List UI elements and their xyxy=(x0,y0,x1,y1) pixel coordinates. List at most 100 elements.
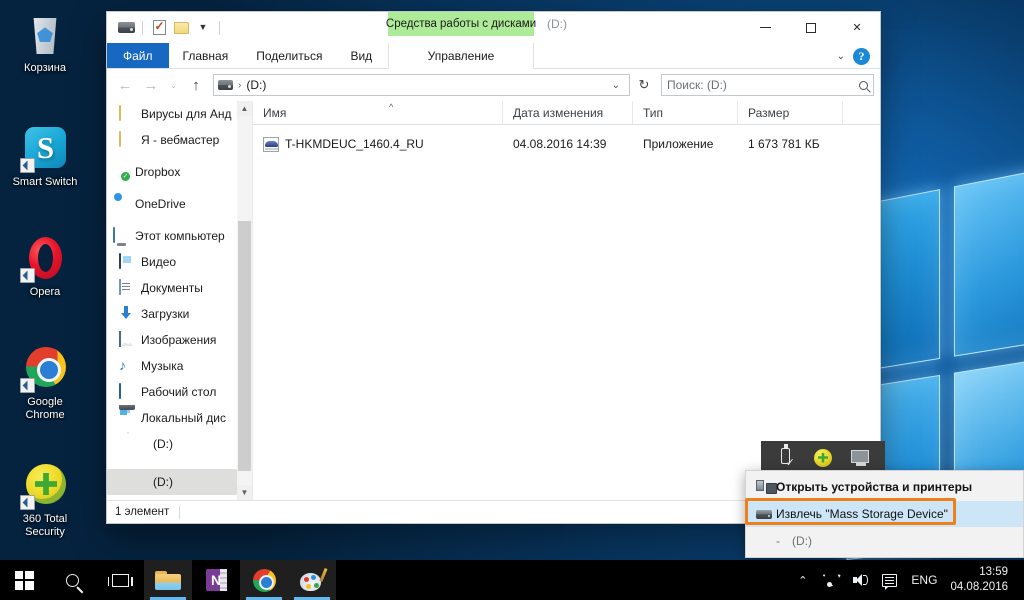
speaker-icon[interactable] xyxy=(845,560,875,600)
tab-share[interactable]: Поделиться xyxy=(242,43,336,68)
file-explorer-taskbar-button[interactable] xyxy=(144,560,192,600)
paint-taskbar-button[interactable] xyxy=(288,560,336,600)
desktop-icon-google-chrome[interactable]: Google Chrome xyxy=(6,344,84,422)
file-name: T-HKMDEUC_1460.4_RU xyxy=(285,137,424,151)
sidebar-item-music[interactable]: ♪ Музыка xyxy=(107,353,252,379)
usb-safely-remove-icon[interactable]: ✓ xyxy=(773,443,799,470)
column-header-name[interactable]: Имя xyxy=(253,101,503,124)
google-chrome-icon xyxy=(252,568,276,592)
task-view-button[interactable] xyxy=(96,560,144,600)
sidebar-item-downloads[interactable]: Загрузки xyxy=(107,301,252,327)
tab-file[interactable]: Файл xyxy=(107,43,169,68)
sidebar-item-ya-vebmaster[interactable]: Я - вебмастер xyxy=(107,127,252,153)
toolbar-divider xyxy=(219,20,220,35)
360-security-tray-icon[interactable] xyxy=(810,446,836,470)
wallpaper-pane-2 xyxy=(953,167,1024,357)
search-input[interactable]: Поиск: (D:) xyxy=(661,74,874,96)
minimize-button[interactable] xyxy=(742,12,788,43)
desktop-icon-recycle-bin[interactable]: Корзина xyxy=(6,10,84,75)
menu-item-drive-d[interactable]: - (D:) xyxy=(746,528,1023,554)
column-header-size[interactable]: Размер xyxy=(738,101,843,124)
ribbon-tab-bar: Файл Главная Поделиться Вид Управление ⌄… xyxy=(107,43,880,69)
menu-item-eject-mass-storage-device[interactable]: Извлечь "Mass Storage Device" xyxy=(746,501,1023,527)
search-button[interactable] xyxy=(48,560,96,600)
start-button[interactable] xyxy=(0,560,48,600)
clock[interactable]: 13:59 04.08.2016 xyxy=(944,560,1018,600)
column-header-type[interactable]: Тип xyxy=(633,101,738,124)
desktop-icon-label-line2: Security xyxy=(25,526,65,538)
shortcut-arrow-icon xyxy=(20,158,35,173)
up-arrow-icon[interactable]: ↑ xyxy=(184,73,208,97)
search-placeholder: Поиск: (D:) xyxy=(667,78,727,92)
sidebar-item-onedrive[interactable]: OneDrive xyxy=(107,191,252,217)
recycle-bin-icon xyxy=(21,10,69,58)
sidebar-item-this-pc[interactable]: Этот компьютер xyxy=(107,223,252,249)
sidebar-item-local-disk[interactable]: Локальный дис xyxy=(107,405,252,431)
display-switch-icon[interactable] xyxy=(847,446,873,470)
desktop-icon-smart-switch[interactable]: S Smart Switch xyxy=(6,124,84,189)
google-chrome-taskbar-button[interactable] xyxy=(240,560,288,600)
close-button[interactable]: ✕ xyxy=(834,12,880,43)
sidebar-item-drive-d-selected[interactable]: (D:) xyxy=(107,469,252,495)
search-icon xyxy=(65,573,79,587)
sidebar-item-dropbox[interactable]: ✓ Dropbox xyxy=(107,159,252,185)
sidebar-item-label: Музыка xyxy=(141,359,184,373)
scrollbar-thumb[interactable] xyxy=(238,221,251,471)
recent-locations-chevron-down-icon[interactable]: ⌄ xyxy=(165,73,182,97)
breadcrumb-current[interactable]: (D:) xyxy=(246,78,266,92)
sidebar-item-virusy-dlya-and[interactable]: Вирусы для Анд xyxy=(107,101,252,127)
refresh-icon[interactable]: ↻ xyxy=(632,74,656,96)
cell-date-modified: 04.08.2016 14:39 xyxy=(513,137,607,151)
tab-manage[interactable]: Управление xyxy=(388,43,534,69)
language-indicator[interactable]: ENG xyxy=(904,560,944,600)
sidebar-item-label: Локальный дис xyxy=(141,411,226,425)
title-bar[interactable]: ▼ Средства работы с дисками (D:) ✕ xyxy=(107,12,880,43)
desktop-icon-label: Opera xyxy=(29,286,61,298)
address-dropdown-chevron-down-icon[interactable]: ⌄ xyxy=(607,80,625,91)
help-button[interactable]: ? xyxy=(853,47,870,65)
navigation-pane-scrollbar[interactable]: ▲ ▼ xyxy=(237,101,252,500)
notifications-icon[interactable] xyxy=(875,560,904,600)
properties-icon[interactable] xyxy=(148,17,170,39)
sidebar-item-label: (D:) xyxy=(153,475,173,489)
desktop-icon-opera[interactable]: Opera xyxy=(6,234,84,299)
cell-type: Приложение xyxy=(643,137,714,151)
shortcut-arrow-icon xyxy=(20,495,35,510)
desktop-icon-360-total-security[interactable]: 360 Total Security xyxy=(6,461,84,539)
dropbox-icon: ✓ xyxy=(121,172,130,181)
safely-remove-context-menu: Открыть устройства и принтеры Извлечь "M… xyxy=(745,470,1024,558)
menu-item-open-devices-and-printers[interactable]: Открыть устройства и принтеры xyxy=(746,474,1023,500)
scroll-up-chevron-up-icon[interactable]: ▲ xyxy=(237,101,252,116)
tab-home[interactable]: Главная xyxy=(169,43,243,68)
paint-icon xyxy=(300,567,328,591)
status-item-count: 1 элемент xyxy=(115,506,170,518)
quick-access-toolbar: ▼ xyxy=(107,12,225,43)
new-folder-icon[interactable] xyxy=(170,17,192,39)
window-title: (D:) xyxy=(547,17,567,31)
sidebar-item-drive-d-under-pc[interactable]: (D:) xyxy=(107,431,252,457)
back-arrow-icon[interactable]: ← xyxy=(113,73,137,97)
sidebar-item-desktop[interactable]: Рабочий стол xyxy=(107,379,252,405)
sort-ascending-icon: ^ xyxy=(389,102,394,112)
address-input[interactable]: › (D:) ⌄ xyxy=(213,74,630,96)
sidebar-item-documents[interactable]: Документы xyxy=(107,275,252,301)
maximize-button[interactable] xyxy=(788,12,834,43)
menu-item-label: Открыть устройства и принтеры xyxy=(776,480,973,494)
sidebar-item-label: Я - вебмастер xyxy=(141,133,220,147)
onenote-taskbar-button[interactable]: N xyxy=(192,560,240,600)
desktop-icon-label-line2: Chrome xyxy=(25,409,65,421)
desktop-folder-icon xyxy=(119,383,135,400)
column-header-date-modified[interactable]: Дата изменения xyxy=(503,101,633,124)
customize-quick-access-chevron-down-icon[interactable]: ▼ xyxy=(192,17,214,39)
expand-ribbon-chevron-down-icon[interactable]: ⌄ xyxy=(837,51,845,62)
forward-arrow-icon[interactable]: → xyxy=(139,73,163,97)
scroll-down-chevron-down-icon[interactable]: ▼ xyxy=(237,485,252,500)
drive-icon[interactable] xyxy=(115,17,137,39)
tab-view[interactable]: Вид xyxy=(336,43,386,68)
table-row[interactable]: T-HKMDEUC_1460.4_RU 04.08.2016 14:39 При… xyxy=(253,133,880,155)
cell-name: T-HKMDEUC_1460.4_RU xyxy=(253,136,503,152)
wifi-icon[interactable] xyxy=(814,560,845,600)
sidebar-item-video[interactable]: Видео xyxy=(107,249,252,275)
sidebar-item-pictures[interactable]: Изображения xyxy=(107,327,252,353)
show-hidden-icons-chevron-up-icon[interactable]: ⌃ xyxy=(791,560,814,600)
